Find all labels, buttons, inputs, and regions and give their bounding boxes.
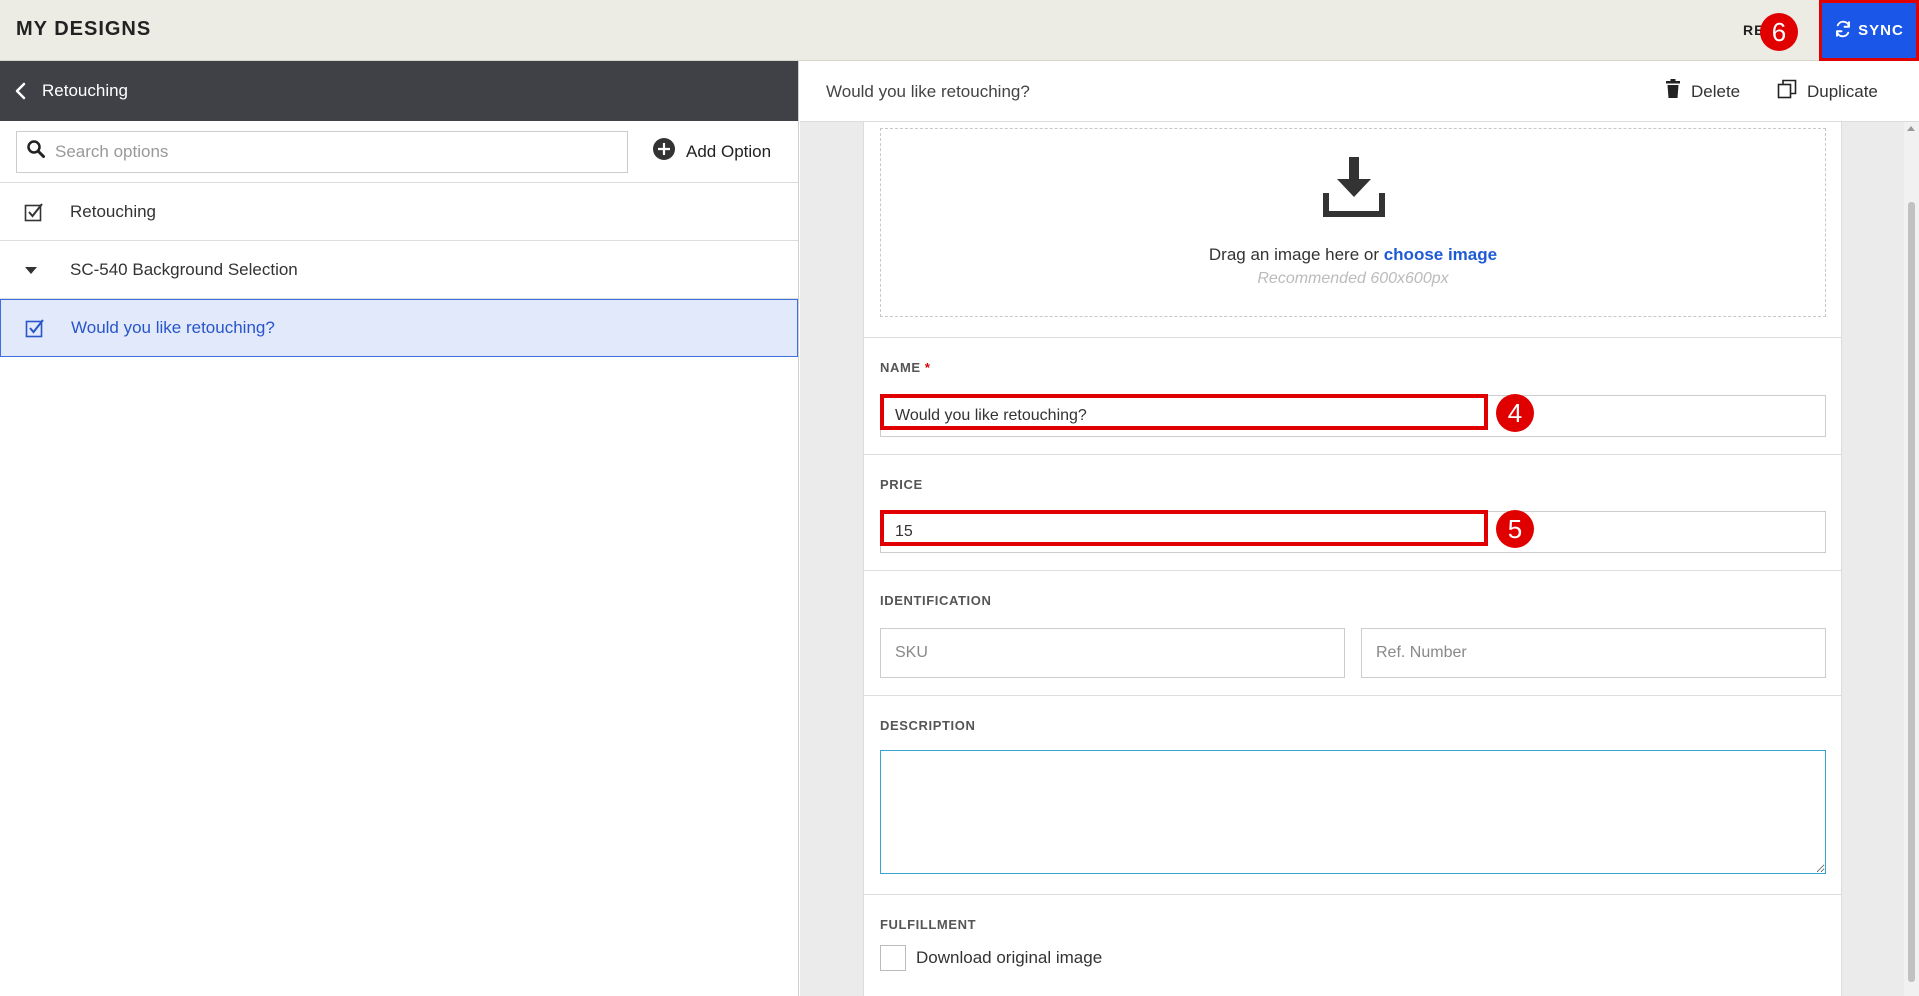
- price-section: PRICE 5: [864, 454, 1841, 570]
- options-sidebar: Retouching Add Option Retouching SC-540 …: [0, 61, 799, 996]
- download-original-checkbox[interactable]: [880, 945, 906, 971]
- search-input[interactable]: [55, 141, 615, 162]
- download-original-option[interactable]: Download original image: [880, 945, 1102, 971]
- delete-button[interactable]: Delete: [1665, 79, 1740, 104]
- detail-title: Would you like retouching?: [826, 82, 1030, 101]
- sync-label: SYNC: [1858, 22, 1904, 39]
- dropzone-hint: Recommended 600x600px: [1257, 270, 1449, 287]
- option-form: Drag an image here or choose image Recom…: [863, 122, 1842, 996]
- fulfillment-label: FULFILLMENT: [880, 917, 977, 932]
- price-field[interactable]: [880, 511, 1826, 553]
- sync-icon: [1834, 20, 1852, 42]
- top-bar: MY DESIGNS RESET 6 SYNC: [0, 0, 1919, 61]
- name-field[interactable]: [880, 395, 1826, 437]
- annotation-marker-5: 5: [1496, 510, 1534, 548]
- name-label-text: NAME: [880, 360, 921, 375]
- dropzone-instruction: Drag an image here or: [1208, 245, 1384, 264]
- checkbox-icon: [24, 202, 70, 222]
- list-item-would-you-like-retouching[interactable]: Would you like retouching?: [0, 299, 798, 357]
- download-original-label: Download original image: [916, 948, 1103, 967]
- search-box[interactable]: [16, 130, 628, 173]
- add-option-button[interactable]: Add Option: [652, 137, 771, 166]
- identification-section: IDENTIFICATION: [864, 570, 1841, 695]
- duplicate-label: Duplicate: [1807, 81, 1878, 101]
- duplicate-icon: [1777, 79, 1797, 104]
- plus-circle-icon: [652, 137, 676, 166]
- duplicate-button[interactable]: Duplicate: [1777, 79, 1878, 104]
- trash-icon: [1665, 79, 1681, 104]
- detail-header: Would you like retouching? Delete Duplic…: [800, 61, 1919, 122]
- sidebar-header-title: Retouching: [42, 81, 129, 100]
- fulfillment-section: FULFILLMENT Download original image: [864, 894, 1841, 996]
- detail-scrollbar[interactable]: [1904, 122, 1919, 996]
- list-item-label: Would you like retouching?: [71, 318, 275, 337]
- sync-button[interactable]: SYNC: [1819, 0, 1919, 61]
- name-section: NAME * 4: [864, 337, 1841, 454]
- search-row: Add Option: [0, 121, 798, 183]
- annotation-marker-4: 4: [1496, 394, 1534, 432]
- required-asterisk: *: [924, 360, 931, 375]
- price-label: PRICE: [880, 477, 923, 492]
- identification-label: IDENTIFICATION: [880, 593, 992, 608]
- list-item-label: Retouching: [70, 201, 157, 221]
- scroll-up-arrow-icon[interactable]: [1907, 126, 1915, 131]
- delete-label: Delete: [1691, 81, 1741, 101]
- search-icon: [27, 140, 45, 163]
- image-dropzone[interactable]: Drag an image here or choose image Recom…: [880, 128, 1826, 317]
- dropzone-text: Drag an image here or choose image: [881, 245, 1825, 265]
- detail-body: Drag an image here or choose image Recom…: [800, 122, 1904, 996]
- name-label: NAME *: [880, 360, 931, 375]
- annotation-marker-6: 6: [1760, 13, 1798, 51]
- sku-input[interactable]: [881, 629, 1344, 677]
- sku-field[interactable]: [880, 628, 1345, 678]
- app-title: MY DESIGNS: [16, 18, 152, 40]
- download-icon: [1323, 157, 1385, 222]
- description-label: DESCRIPTION: [880, 718, 976, 733]
- description-section: DESCRIPTION: [864, 695, 1841, 894]
- back-chevron-icon[interactable]: [14, 82, 42, 100]
- description-field[interactable]: [880, 750, 1826, 874]
- add-option-label: Add Option: [686, 141, 772, 161]
- name-input[interactable]: [881, 396, 1825, 436]
- price-input[interactable]: [881, 512, 1825, 552]
- scroll-thumb[interactable]: [1908, 202, 1915, 982]
- list-item-retouching[interactable]: Retouching: [0, 183, 798, 241]
- list-item-label: SC-540 Background Selection: [70, 259, 298, 279]
- checkbox-icon: [25, 318, 71, 338]
- sidebar-header: Retouching: [0, 61, 798, 121]
- choose-image-link[interactable]: choose image: [1384, 245, 1497, 264]
- description-textarea[interactable]: [881, 751, 1825, 873]
- ref-number-field[interactable]: [1361, 628, 1826, 678]
- list-item-background-selection[interactable]: SC-540 Background Selection: [0, 241, 798, 299]
- caret-down-icon: [24, 265, 70, 275]
- ref-number-input[interactable]: [1362, 629, 1825, 677]
